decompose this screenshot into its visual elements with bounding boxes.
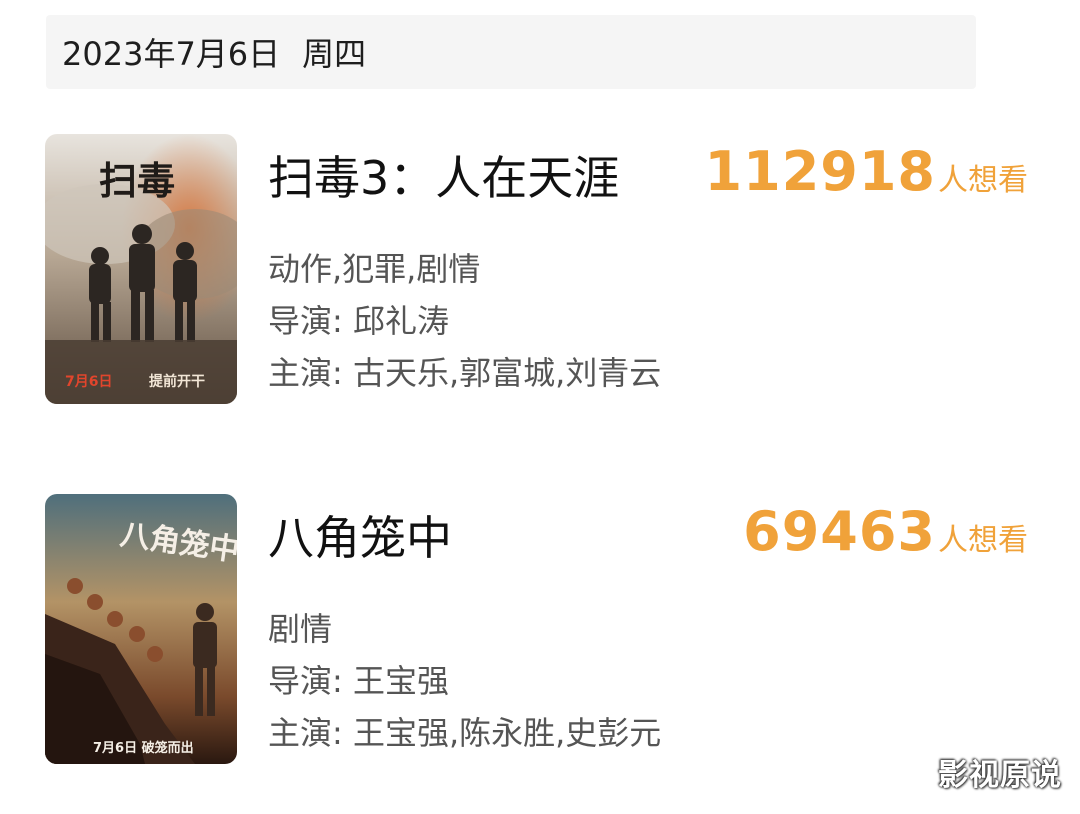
movie-title[interactable]: 扫毒3：人在天涯: [268, 142, 619, 208]
want-count: 112918: [704, 140, 936, 203]
want-to-see: 69463 人想看: [743, 500, 1028, 563]
movie-director: 导演: 王宝强: [268, 662, 449, 700]
movie-cast: 主演: 王宝强,陈永胜,史彭元: [268, 714, 662, 752]
poster-release-text: 7月6日 破笼而出: [93, 740, 194, 756]
poster-title: 扫毒: [99, 158, 175, 203]
movie-title[interactable]: 八角笼中: [268, 502, 452, 568]
date-text: 2023年7月6日: [62, 35, 281, 73]
poster-release-date: 7月6日: [65, 374, 112, 390]
movie-poster[interactable]: 八角笼中 7月6日 破笼而出: [45, 494, 237, 764]
movie-genres: 动作,犯罪,剧情: [268, 250, 481, 288]
weekday-text: 周四: [302, 35, 367, 73]
want-to-see: 112918 人想看: [705, 140, 1028, 203]
date-header: 2023年7月6日 周四: [46, 15, 976, 89]
want-count: 69463: [743, 500, 936, 563]
poster-tagline: 提前开干: [149, 373, 205, 390]
want-suffix: 人想看: [938, 163, 1028, 198]
movie-card[interactable]: 八角笼中 7月6日 破笼而出 八角笼中 69463 人想看 剧情 导演: 王宝强…: [0, 494, 1080, 766]
movie-director: 导演: 邱礼涛: [268, 302, 449, 340]
movie-card[interactable]: 扫毒 7月6日 提前开干 扫毒3：人在天涯 112918 人想看 动作,犯罪,剧…: [0, 134, 1080, 406]
movie-cast: 主演: 古天乐,郭富城,刘青云: [268, 354, 662, 392]
want-suffix: 人想看: [938, 523, 1028, 558]
movie-poster[interactable]: 扫毒 7月6日 提前开干: [45, 134, 237, 404]
movie-genres: 剧情: [268, 610, 333, 648]
watermark: 影视原说: [938, 758, 1062, 793]
